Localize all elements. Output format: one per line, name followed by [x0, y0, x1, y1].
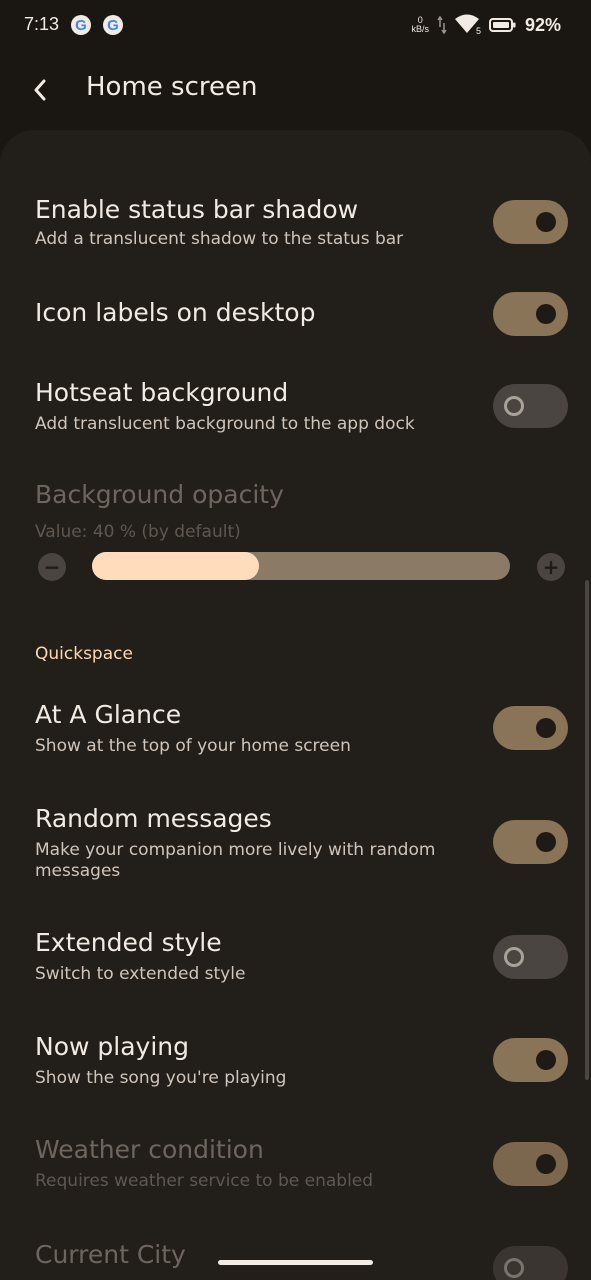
gesture-nav-handle[interactable] [218, 1260, 373, 1265]
app-bar: Home screen [0, 50, 591, 130]
setting-title: Random messages [35, 804, 272, 833]
setting-title: Weather condition [35, 1135, 264, 1164]
wifi-icon: 5 [454, 14, 481, 36]
toggle-switch-on[interactable] [493, 1038, 568, 1082]
toggle-knob [504, 1258, 524, 1278]
setting-title: Hotseat background [35, 378, 289, 407]
page-title: Home screen [86, 72, 258, 102]
toggle-switch-off[interactable] [493, 384, 568, 428]
setting-title: Background opacity [35, 480, 284, 509]
setting-row-background-opacity: Background opacity Value: 40 % (by defau… [0, 480, 591, 590]
network-speed: 0 kB/s [411, 16, 429, 34]
setting-subtitle: Add a translucent shadow to the status b… [35, 229, 404, 249]
data-arrows-icon [437, 15, 447, 35]
toggle-knob [536, 304, 556, 324]
toggle-knob [504, 947, 524, 967]
toggle-knob [536, 1154, 556, 1174]
chevron-left-icon [34, 79, 46, 101]
setting-title: Extended style [35, 928, 222, 957]
settings-sheet: Enable status bar shadow Add a transluce… [0, 130, 591, 1280]
slider-value-text: Value: 40 % (by default) [35, 522, 241, 542]
setting-title: Enable status bar shadow [35, 195, 359, 224]
setting-row-extended-style[interactable]: Extended style Switch to extended style [0, 925, 591, 1005]
toggle-switch-on [493, 1142, 568, 1186]
setting-subtitle: Show at the top of your home screen [35, 736, 351, 756]
plus-icon: + [537, 553, 565, 581]
toggle-switch-on[interactable] [493, 200, 568, 244]
scrollbar[interactable] [585, 580, 589, 1080]
setting-subtitle: Make your companion more lively with ran… [35, 840, 436, 881]
toggle-knob [536, 718, 556, 738]
toggle-knob [536, 1050, 556, 1070]
toggle-knob [504, 396, 524, 416]
toggle-switch-on[interactable] [493, 706, 568, 750]
toggle-switch-on[interactable] [493, 820, 568, 864]
section-header-quickspace: Quickspace [35, 644, 133, 664]
toggle-knob [536, 832, 556, 852]
setting-row-now-playing[interactable]: Now playing Show the song you're playing [0, 1030, 591, 1110]
status-icons: 0 kB/s 5 92% [411, 12, 561, 38]
minus-icon: − [38, 553, 66, 581]
toggle-switch-off[interactable] [493, 935, 568, 979]
setting-row-status-bar-shadow[interactable]: Enable status bar shadow Add a transluce… [0, 185, 591, 265]
setting-subtitle: Add translucent background to the app do… [35, 414, 415, 434]
toggle-switch-off [493, 1246, 568, 1280]
status-bar: 7:13 G G 0 kB/s 5 92% [0, 0, 591, 50]
toggle-knob [536, 212, 556, 232]
google-icon: G [71, 15, 91, 35]
setting-row-at-a-glance[interactable]: At A Glance Show at the top of your home… [0, 695, 591, 775]
slider-fill [92, 552, 260, 580]
setting-subtitle: Switch to extended style [35, 964, 246, 984]
setting-title: Now playing [35, 1032, 189, 1061]
setting-row-random-messages[interactable]: Random messages Make your companion more… [0, 800, 591, 900]
setting-subtitle: Requires weather service to be enabled [35, 1171, 374, 1191]
back-button[interactable] [20, 70, 60, 110]
google-icon: G [103, 15, 123, 35]
wifi-band-label: 5 [475, 26, 481, 36]
setting-title: At A Glance [35, 700, 182, 729]
setting-title: Current City [35, 1240, 186, 1269]
status-time: 7:13 [24, 14, 60, 34]
network-speed-unit: kB/s [411, 24, 429, 34]
setting-subtitle: Show the song you're playing [35, 1068, 287, 1088]
setting-title: Icon labels on desktop [35, 298, 316, 327]
toggle-switch-on[interactable] [493, 292, 568, 336]
opacity-slider [92, 552, 510, 580]
battery-icon [488, 18, 516, 32]
setting-row-weather-condition: Weather condition Requires weather servi… [0, 1135, 591, 1215]
setting-row-icon-labels[interactable]: Icon labels on desktop [0, 290, 591, 360]
battery-percent: 92% [524, 14, 561, 35]
setting-row-hotseat-background[interactable]: Hotseat background Add translucent backg… [0, 370, 591, 450]
